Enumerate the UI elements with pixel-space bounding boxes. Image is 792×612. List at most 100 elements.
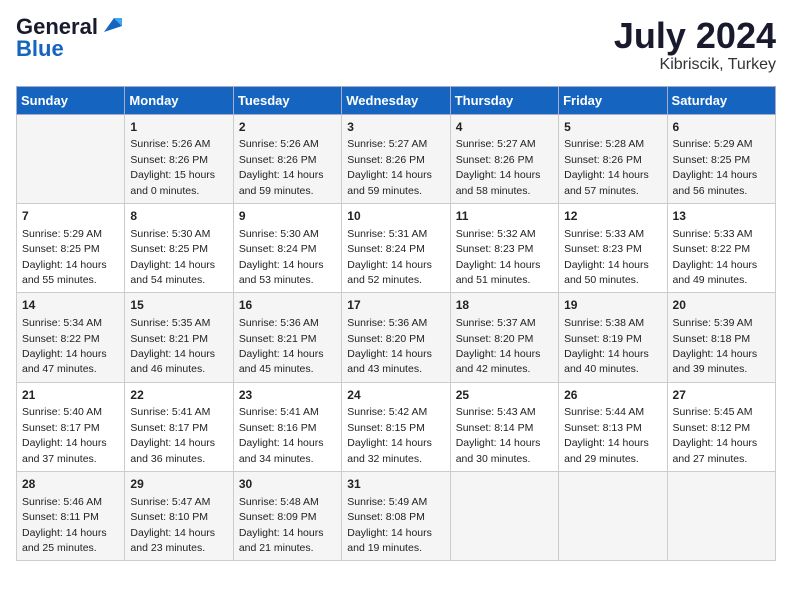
calendar-cell: 28 Sunrise: 5:46 AMSunset: 8:11 PMDayligh… xyxy=(17,472,125,561)
location-subtitle: Kibriscik, Turkey xyxy=(614,56,776,74)
calendar-cell: 11 Sunrise: 5:32 AMSunset: 8:23 PMDayligh… xyxy=(450,203,558,292)
calendar-cell xyxy=(450,472,558,561)
calendar-cell: 30 Sunrise: 5:48 AMSunset: 8:09 PMDayligh… xyxy=(233,472,341,561)
calendar-cell: 21Sunrise: 5:40 AMSunset: 8:17 PMDayligh… xyxy=(17,382,125,471)
calendar-week-row: 21Sunrise: 5:40 AMSunset: 8:17 PMDayligh… xyxy=(17,382,776,471)
calendar-week-row: 14Sunrise: 5:34 AMSunset: 8:22 PMDayligh… xyxy=(17,293,776,382)
calendar-cell: 15 Sunrise: 5:35 AMSunset: 8:21 PMDayligh… xyxy=(125,293,233,382)
logo-general: General xyxy=(16,16,98,38)
calendar-cell: 17 Sunrise: 5:36 AMSunset: 8:20 PMDayligh… xyxy=(342,293,450,382)
day-number: 25 xyxy=(456,387,553,404)
day-number: 15 xyxy=(130,297,227,314)
logo-icon xyxy=(100,14,122,36)
logo-blue: Blue xyxy=(16,38,64,60)
day-number: 1 xyxy=(130,119,227,136)
title-block: July 2024 Kibriscik, Turkey xyxy=(614,16,776,74)
day-number: 2 xyxy=(239,119,336,136)
day-info: Sunrise: 5:27 AMSunset: 8:26 PMDaylight:… xyxy=(456,138,541,196)
day-info: Sunrise: 5:39 AMSunset: 8:18 PMDaylight:… xyxy=(673,317,758,375)
day-info: Sunrise: 5:43 AMSunset: 8:14 PMDaylight:… xyxy=(456,406,541,464)
calendar-cell: 4 Sunrise: 5:27 AMSunset: 8:26 PMDaylight… xyxy=(450,114,558,203)
calendar-cell: 2 Sunrise: 5:26 AMSunset: 8:26 PMDaylight… xyxy=(233,114,341,203)
day-number: 29 xyxy=(130,476,227,493)
day-info: Sunrise: 5:37 AMSunset: 8:20 PMDaylight:… xyxy=(456,317,541,375)
calendar-cell: 5 Sunrise: 5:28 AMSunset: 8:26 PMDaylight… xyxy=(559,114,667,203)
calendar-cell xyxy=(559,472,667,561)
day-info: Sunrise: 5:33 AMSunset: 8:22 PMDaylight:… xyxy=(673,228,758,286)
calendar-cell: 23 Sunrise: 5:41 AMSunset: 8:16 PMDayligh… xyxy=(233,382,341,471)
day-info: Sunrise: 5:30 AMSunset: 8:25 PMDaylight:… xyxy=(130,228,215,286)
calendar-week-row: 28 Sunrise: 5:46 AMSunset: 8:11 PMDayligh… xyxy=(17,472,776,561)
day-number: 23 xyxy=(239,387,336,404)
day-info: Sunrise: 5:33 AMSunset: 8:23 PMDaylight:… xyxy=(564,228,649,286)
day-number: 10 xyxy=(347,208,444,225)
day-number: 8 xyxy=(130,208,227,225)
calendar-cell: 18 Sunrise: 5:37 AMSunset: 8:20 PMDayligh… xyxy=(450,293,558,382)
calendar-cell: 25 Sunrise: 5:43 AMSunset: 8:14 PMDayligh… xyxy=(450,382,558,471)
day-info: Sunrise: 5:35 AMSunset: 8:21 PMDaylight:… xyxy=(130,317,215,375)
header-wednesday: Wednesday xyxy=(342,86,450,114)
calendar-cell: 19 Sunrise: 5:38 AMSunset: 8:19 PMDayligh… xyxy=(559,293,667,382)
day-info: Sunrise: 5:32 AMSunset: 8:23 PMDaylight:… xyxy=(456,228,541,286)
day-info: Sunrise: 5:34 AMSunset: 8:22 PMDaylight:… xyxy=(22,317,107,375)
day-info: Sunrise: 5:29 AMSunset: 8:25 PMDaylight:… xyxy=(673,138,758,196)
day-number: 22 xyxy=(130,387,227,404)
header-tuesday: Tuesday xyxy=(233,86,341,114)
day-info: Sunrise: 5:27 AMSunset: 8:26 PMDaylight:… xyxy=(347,138,432,196)
day-info: Sunrise: 5:26 AMSunset: 8:26 PMDaylight:… xyxy=(239,138,324,196)
day-info: Sunrise: 5:26 AMSunset: 8:26 PMDaylight:… xyxy=(130,138,215,196)
header-monday: Monday xyxy=(125,86,233,114)
day-number: 21 xyxy=(22,387,119,404)
calendar-cell: 29 Sunrise: 5:47 AMSunset: 8:10 PMDayligh… xyxy=(125,472,233,561)
page-header: General Blue July 2024 Kibriscik, Turkey xyxy=(16,16,776,74)
day-info: Sunrise: 5:28 AMSunset: 8:26 PMDaylight:… xyxy=(564,138,649,196)
day-info: Sunrise: 5:44 AMSunset: 8:13 PMDaylight:… xyxy=(564,406,649,464)
day-number: 27 xyxy=(673,387,770,404)
day-number: 30 xyxy=(239,476,336,493)
header-saturday: Saturday xyxy=(667,86,775,114)
calendar-cell: 12Sunrise: 5:33 AMSunset: 8:23 PMDayligh… xyxy=(559,203,667,292)
calendar-cell: 31 Sunrise: 5:49 AMSunset: 8:08 PMDayligh… xyxy=(342,472,450,561)
day-info: Sunrise: 5:30 AMSunset: 8:24 PMDaylight:… xyxy=(239,228,324,286)
day-info: Sunrise: 5:46 AMSunset: 8:11 PMDaylight:… xyxy=(22,496,107,554)
calendar-cell: 26 Sunrise: 5:44 AMSunset: 8:13 PMDayligh… xyxy=(559,382,667,471)
day-number: 5 xyxy=(564,119,661,136)
calendar-header-row: SundayMondayTuesdayWednesdayThursdayFrid… xyxy=(17,86,776,114)
day-number: 17 xyxy=(347,297,444,314)
day-info: Sunrise: 5:31 AMSunset: 8:24 PMDaylight:… xyxy=(347,228,432,286)
header-sunday: Sunday xyxy=(17,86,125,114)
header-thursday: Thursday xyxy=(450,86,558,114)
day-number: 26 xyxy=(564,387,661,404)
day-number: 6 xyxy=(673,119,770,136)
calendar-cell: 20 Sunrise: 5:39 AMSunset: 8:18 PMDayligh… xyxy=(667,293,775,382)
day-number: 20 xyxy=(673,297,770,314)
day-info: Sunrise: 5:38 AMSunset: 8:19 PMDaylight:… xyxy=(564,317,649,375)
day-number: 18 xyxy=(456,297,553,314)
calendar-cell: 8 Sunrise: 5:30 AMSunset: 8:25 PMDaylight… xyxy=(125,203,233,292)
calendar-cell: 24Sunrise: 5:42 AMSunset: 8:15 PMDayligh… xyxy=(342,382,450,471)
day-number: 24 xyxy=(347,387,444,404)
calendar-cell: 22Sunrise: 5:41 AMSunset: 8:17 PMDayligh… xyxy=(125,382,233,471)
day-number: 7 xyxy=(22,208,119,225)
calendar-cell: 10 Sunrise: 5:31 AMSunset: 8:24 PMDayligh… xyxy=(342,203,450,292)
day-number: 13 xyxy=(673,208,770,225)
calendar-cell: 16Sunrise: 5:36 AMSunset: 8:21 PMDayligh… xyxy=(233,293,341,382)
day-info: Sunrise: 5:47 AMSunset: 8:10 PMDaylight:… xyxy=(130,496,215,554)
day-info: Sunrise: 5:45 AMSunset: 8:12 PMDaylight:… xyxy=(673,406,758,464)
month-title: July 2024 xyxy=(614,16,776,56)
day-number: 28 xyxy=(22,476,119,493)
day-number: 4 xyxy=(456,119,553,136)
day-info: Sunrise: 5:49 AMSunset: 8:08 PMDaylight:… xyxy=(347,496,432,554)
day-number: 19 xyxy=(564,297,661,314)
day-info: Sunrise: 5:48 AMSunset: 8:09 PMDaylight:… xyxy=(239,496,324,554)
calendar-cell: 27 Sunrise: 5:45 AMSunset: 8:12 PMDayligh… xyxy=(667,382,775,471)
day-number: 31 xyxy=(347,476,444,493)
day-number: 16 xyxy=(239,297,336,314)
logo: General Blue xyxy=(16,16,122,60)
day-number: 11 xyxy=(456,208,553,225)
day-info: Sunrise: 5:41 AMSunset: 8:16 PMDaylight:… xyxy=(239,406,324,464)
calendar-cell: 6 Sunrise: 5:29 AMSunset: 8:25 PMDaylight… xyxy=(667,114,775,203)
calendar-cell: 14Sunrise: 5:34 AMSunset: 8:22 PMDayligh… xyxy=(17,293,125,382)
calendar-cell: 13 Sunrise: 5:33 AMSunset: 8:22 PMDayligh… xyxy=(667,203,775,292)
day-info: Sunrise: 5:36 AMSunset: 8:20 PMDaylight:… xyxy=(347,317,432,375)
